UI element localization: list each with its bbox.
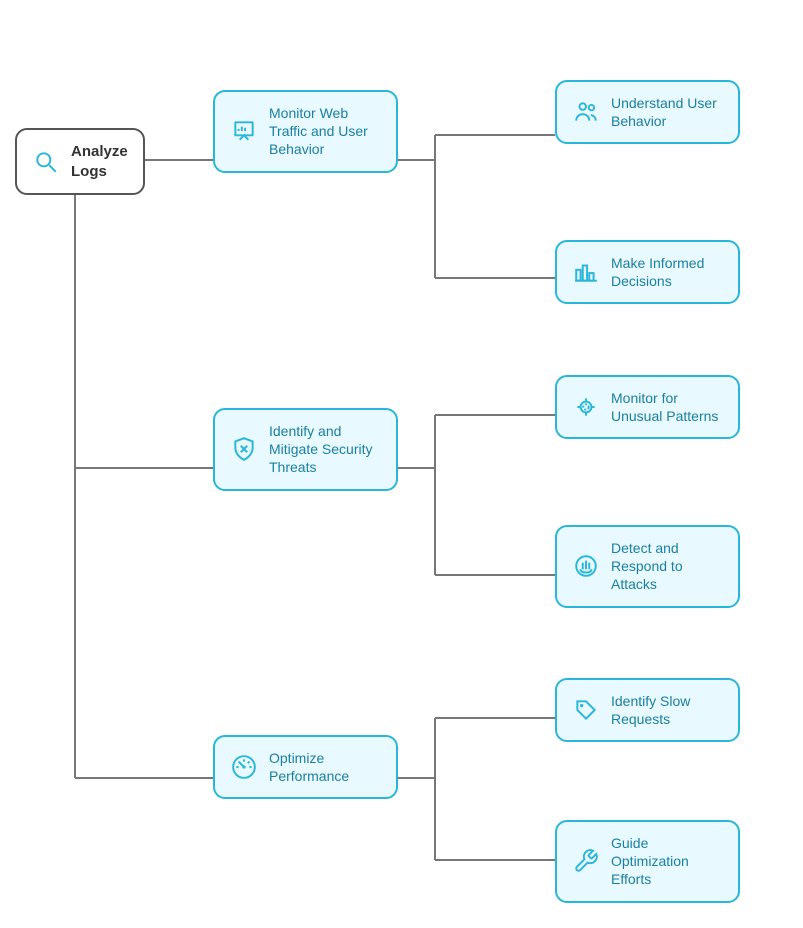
diagram: Analyze Logs Monitor Web Traffic and Use… [0,0,803,928]
tag-icon [571,695,601,725]
tools-icon [571,846,601,876]
bar-chart-icon [571,257,601,287]
leaf-node-5: Identify Slow Requests [555,678,740,742]
chat-bar-chart-icon [229,116,259,146]
leaf-node-3: Monitor for Unusual Patterns [555,375,740,439]
search-icon [31,147,61,177]
mid-node-3: Optimize Performance [213,735,398,799]
leaf-node-6: Guide Optimization Efforts [555,820,740,903]
bug-icon [571,392,601,422]
hand-stop-icon [571,551,601,581]
speedometer-icon [229,752,259,782]
users-icon [571,97,601,127]
mid-node-1: Monitor Web Traffic and User Behavior [213,90,398,173]
mid-node-2: Identify and Mitigate Security Threats [213,408,398,491]
leaf-node-1: Understand User Behavior [555,80,740,144]
shield-x-icon [229,434,259,464]
leaf-node-4: Detect and Respond to Attacks [555,525,740,608]
root-node: Analyze Logs [15,128,145,195]
leaf-node-2: Make Informed Decisions [555,240,740,304]
